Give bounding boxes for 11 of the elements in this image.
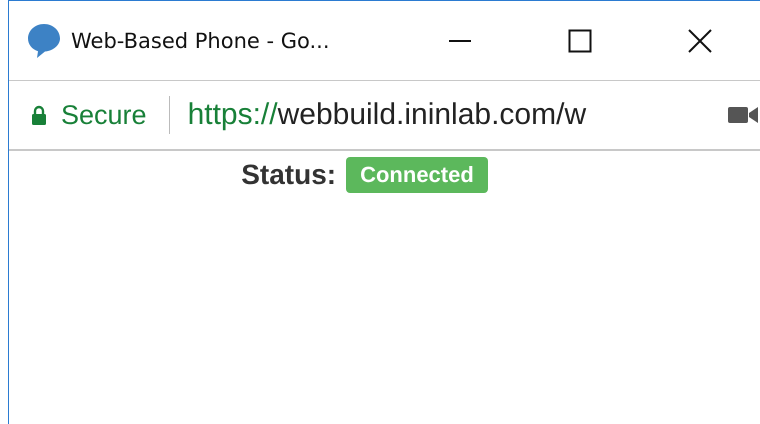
status-badge: Connected bbox=[346, 157, 488, 193]
video-camera-icon[interactable] bbox=[728, 105, 758, 125]
close-icon bbox=[688, 28, 712, 52]
padlock-icon bbox=[31, 105, 47, 125]
minimize-icon bbox=[448, 40, 472, 42]
secure-label: Secure bbox=[61, 100, 147, 130]
maximize-icon bbox=[568, 28, 592, 52]
window-title: Web-Based Phone - Go... bbox=[71, 28, 330, 52]
chat-bubble-icon bbox=[27, 22, 61, 58]
url-text[interactable]: https://webbuild.ininlab.com/w bbox=[188, 98, 586, 132]
status-label: Status: bbox=[241, 159, 336, 191]
